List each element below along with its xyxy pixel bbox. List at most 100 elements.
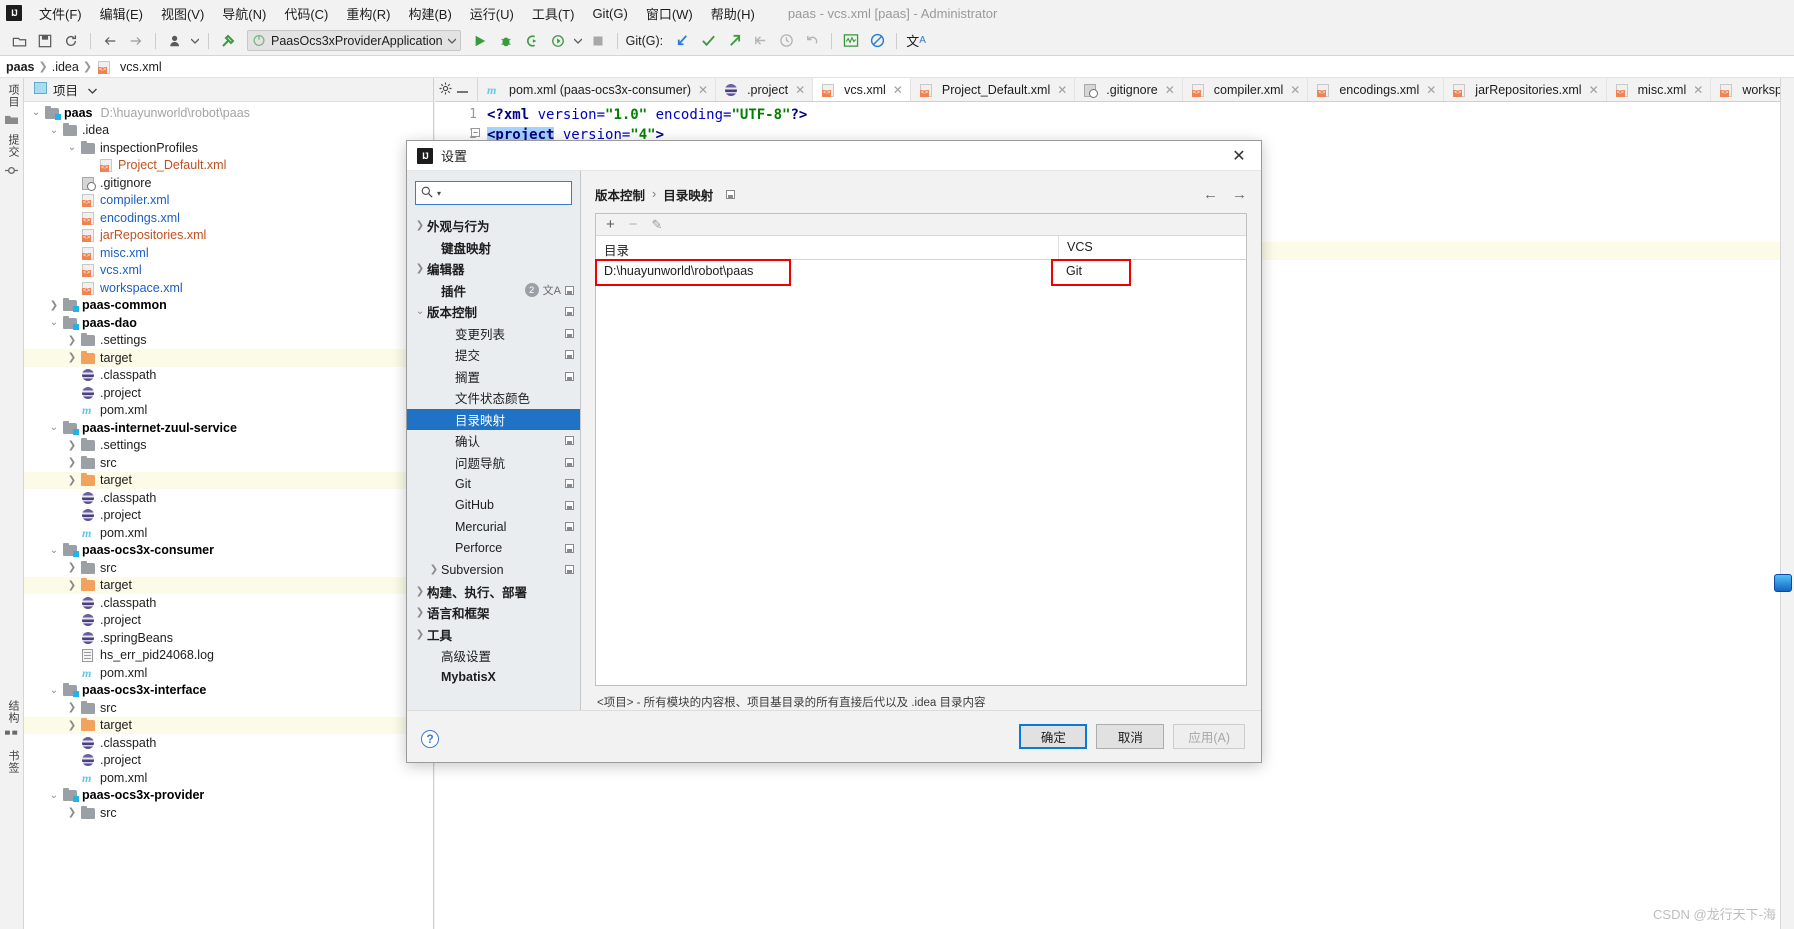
help-button[interactable]: ? [421,730,439,748]
chevron-right-icon[interactable]: ❯ [64,457,80,468]
close-icon[interactable]: ✕ [1693,83,1703,97]
tree-item-hs-err-pid24068-log[interactable]: hs_err_pid24068.log [24,647,433,665]
settings-item--[interactable]: 目录映射 [407,408,580,430]
close-icon[interactable]: ✕ [1057,83,1067,97]
rebase-icon[interactable] [749,30,771,52]
tree-item-src[interactable]: ❯ src [24,454,433,472]
tree-item--project[interactable]: .project [24,612,433,630]
tree-item-target[interactable]: ❯ target [24,576,433,594]
history-icon[interactable] [775,30,797,52]
settings-item-github[interactable]: GitHub [407,495,580,517]
editor-tab-pom-xml-paas-ocs3x-consumer-[interactable]: m pom.xml (paas-ocs3x-consumer) ✕ [478,78,717,101]
chevron-right-icon[interactable]: ❯ [64,562,80,573]
menu-help[interactable]: 帮助(H) [702,1,764,26]
settings-item--[interactable]: ❯ 编辑器 [407,258,580,280]
tree-item--classpath[interactable]: .classpath [24,367,433,385]
rail-item-project[interactable]: 项目 [5,84,21,108]
remove-mapping-button[interactable]: − [629,217,638,232]
settings-item-subversion[interactable]: ❯ Subversion [407,559,580,581]
tree-item--idea[interactable]: ⌄ .idea [24,122,433,140]
tree-item--project[interactable]: .project [24,507,433,525]
tree-item--gitignore[interactable]: .gitignore [24,174,433,192]
settings-item-mybatisx[interactable]: MybatisX [407,667,580,689]
chevron-right-icon[interactable]: ❯ [64,702,80,713]
close-icon[interactable]: ✕ [1217,141,1261,171]
chevron-right-icon[interactable]: ❯ [413,586,427,597]
tree-item-target[interactable]: ❯ target [24,716,433,734]
edit-mapping-button[interactable]: ✎ [652,218,663,231]
tree-item-pom-xml[interactable]: m pom.xml [24,664,433,682]
settings-search-box[interactable]: ▾ [415,181,611,205]
settings-item--[interactable]: 搁置 [407,366,580,388]
chevron-right-icon[interactable]: ❯ [46,300,62,311]
tree-item-jarrepositories-xml[interactable]: jarRepositories.xml [24,227,433,245]
settings-item-mercurial[interactable]: Mercurial [407,516,580,538]
tree-item-paas-internet-zuul-service[interactable]: ⌄ paas-internet-zuul-service [24,419,433,437]
settings-item-git[interactable]: Git [407,473,580,495]
chevron-down-icon[interactable] [88,83,97,97]
settings-tree[interactable]: ❯ 外观与行为 键盘映射 ❯ 编辑器 插件 2 文A ⌄ 版本控制 变更列表 提交 搁置 文件状态颜色 目录… [407,215,580,710]
breadcrumb-item-project[interactable]: paas [6,60,35,74]
tree-item-paas-ocs3x-interface[interactable]: ⌄ paas-ocs3x-interface [24,682,433,700]
tree-item-paas-dao[interactable]: ⌄ paas-dao [24,314,433,332]
settings-item--[interactable]: 文件状态颜色 [407,387,580,409]
run-icon[interactable] [469,30,491,52]
chevron-down-icon[interactable]: ⌄ [64,142,80,153]
menu-refactor[interactable]: 重构(R) [337,1,399,26]
cell-directory[interactable]: D:\huayunworld\robot\paas [596,260,1058,284]
table-row[interactable]: D:\huayunworld\robot\paas Git [596,260,1246,284]
tree-item-pom-xml[interactable]: m pom.xml [24,402,433,420]
cell-vcs[interactable]: Git [1058,260,1246,284]
tree-item-paas-ocs3x-provider[interactable]: ⌄ paas-ocs3x-provider [24,787,433,805]
rollback-icon[interactable] [801,30,823,52]
menu-file[interactable]: 文件(F) [30,1,91,26]
rail-item-bookmarks[interactable]: 书签 [5,750,21,774]
chevron-right-icon[interactable]: ❯ [413,607,427,618]
profile-icon[interactable] [164,30,186,52]
breadcrumb-item-idea[interactable]: .idea [52,60,79,74]
chevron-down-icon[interactable]: ⌄ [46,317,62,328]
tree-item-compiler-xml[interactable]: compiler.xml [24,192,433,210]
floating-plugin-icon[interactable] [1774,574,1792,592]
code-fold-icon[interactable]: − [471,128,480,137]
translate-icon[interactable]: 文A [905,30,927,52]
forward-arrow-icon[interactable] [125,30,147,52]
tree-item--classpath[interactable]: .classpath [24,734,433,752]
settings-item--[interactable]: 插件 2 文A [407,280,580,302]
tree-item-target[interactable]: ❯ target [24,471,433,489]
breadcrumb-item-file[interactable]: vcs.xml [120,60,162,74]
chevron-down-icon[interactable]: ⌄ [46,422,62,433]
chevron-right-icon[interactable]: ❯ [64,352,80,363]
settings-item--[interactable]: ❯ 构建、执行、部署 [407,581,580,603]
commit-icon[interactable] [697,30,719,52]
back-arrow-icon[interactable]: ← [1203,186,1218,203]
tree-item--project[interactable]: .project [24,752,433,770]
settings-item--[interactable]: 高级设置 [407,645,580,667]
chevron-down-icon[interactable]: ⌄ [46,545,62,556]
save-icon[interactable] [34,30,56,52]
project-file-tree[interactable]: ⌄ paas D:\huayunworld\robot\paas ⌄ .idea ⌄ ins… [24,102,433,822]
menu-build[interactable]: 构建(B) [399,1,460,26]
chevron-right-icon[interactable]: ❯ [64,720,80,731]
editor-tab-encodings-xml[interactable]: encodings.xml ✕ [1308,78,1445,101]
editor-tab-vcs-xml[interactable]: vcs.xml ✕ [813,78,911,101]
tree-item--project[interactable]: .project [24,384,433,402]
profile-run-icon[interactable] [547,30,569,52]
close-icon[interactable]: ✕ [1165,83,1175,97]
settings-item-perforce[interactable]: Perforce [407,538,580,560]
menu-tools[interactable]: 工具(T) [523,1,584,26]
settings-item--[interactable]: 确认 [407,430,580,452]
chevron-right-icon[interactable]: ❯ [427,564,441,575]
chevron-right-icon[interactable]: ❯ [413,629,427,640]
tree-item--springbeans[interactable]: .springBeans [24,629,433,647]
search-dropdown-icon[interactable]: ▾ [437,189,441,198]
settings-item--[interactable]: ⌄ 版本控制 [407,301,580,323]
settings-item--[interactable]: ❯ 外观与行为 [407,215,580,237]
close-icon[interactable]: ✕ [893,83,903,97]
settings-item--[interactable]: 键盘映射 [407,237,580,259]
close-icon[interactable]: ✕ [1426,83,1436,97]
rail-item-structure[interactable]: 结构 [5,700,21,724]
settings-item--[interactable]: 问题导航 [407,452,580,474]
cancel-button[interactable]: 取消 [1096,724,1165,749]
menu-git[interactable]: Git(G) [583,3,636,24]
